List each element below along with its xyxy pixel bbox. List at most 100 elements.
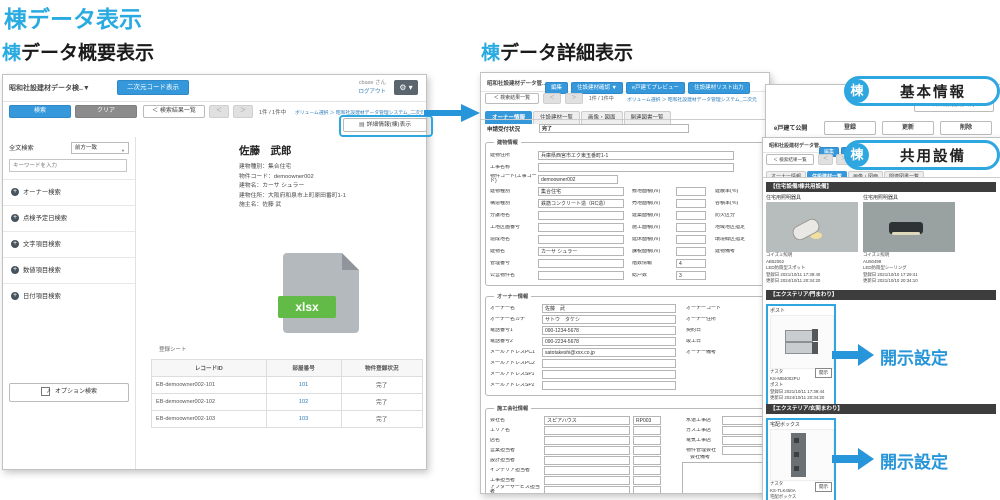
summary-sidebar: 全文検索 前方一致 オーナー検索 点検予定日検索 文字項目検索 数値項目検索 日… [3, 137, 136, 469]
field-input[interactable]: 4 [676, 258, 706, 268]
prev-page-button[interactable]: ＜ [818, 154, 833, 165]
field-input[interactable] [676, 186, 706, 196]
section-bar-entrance: 【エクステリア/玄関まわり】 [766, 404, 996, 414]
field-code-input[interactable] [633, 445, 661, 455]
gear-icon[interactable]: ⚙ ▾ [394, 80, 418, 95]
prev-page-button[interactable]: ＜ [209, 105, 229, 118]
col-room-no: 部屋番号 [265, 359, 342, 377]
field-input[interactable] [538, 234, 624, 244]
field-code-input[interactable] [633, 465, 661, 475]
breadcrumb[interactable]: ボリューム選択 ＞ 昭和社設建材データ管理システム_二次元 [627, 96, 765, 103]
field-code-input[interactable] [633, 455, 661, 465]
field-input[interactable]: サトウ タケシ [542, 315, 676, 324]
results-list-button[interactable]: ＜ 検索結果一覧 [143, 105, 205, 118]
field-input[interactable]: 佐藤 武 [542, 304, 676, 313]
field-input[interactable] [538, 258, 624, 268]
company-notes-textarea[interactable] [682, 462, 766, 493]
product-card[interactable]: 住宅用照明器具 コイズミ照明 AB52062 LED防雨型スポット 登録日 20… [766, 195, 858, 285]
rooms-table: レコードID 部屋番号 物件登録状況 EB-demoowner002-101 1… [151, 359, 424, 428]
app-title[interactable]: 昭和社設建材データ管..▼ [769, 142, 821, 149]
field-code-input[interactable]: RP003 [633, 415, 661, 425]
field-label: 物件コード(工事コード) [490, 174, 537, 184]
field-input[interactable] [542, 359, 676, 368]
field-input[interactable]: カーサ シュラー [538, 246, 624, 256]
field-input[interactable] [676, 198, 706, 208]
field-label: 公営物件名 [490, 272, 516, 278]
sidebar-item-label: 文字項目検索 [23, 241, 61, 248]
status-field-input[interactable]: 完了 [539, 124, 689, 133]
sidebar-search-item[interactable]: 文字項目検索 [3, 231, 135, 257]
room-no-link[interactable]: 101 [299, 382, 308, 388]
disclose-button[interactable]: 開示 [815, 481, 832, 492]
field-input[interactable] [544, 475, 630, 485]
search-button[interactable]: 検索 [9, 105, 71, 118]
field-input[interactable] [538, 270, 624, 280]
field-label: 会社名 [490, 417, 506, 423]
field-input[interactable] [542, 370, 676, 379]
prev-page-button[interactable]: ＜ [543, 93, 561, 104]
publish-action-button[interactable]: 更新 [882, 121, 934, 135]
field-label: 造成地名 [490, 236, 511, 242]
detail-tabs: オーナー情報 住設建材一覧 画像・図面 関連図書一覧 [485, 106, 769, 124]
field-input[interactable] [538, 162, 734, 172]
keyword-input[interactable] [9, 159, 127, 172]
match-type-select[interactable]: 前方一致 [71, 142, 129, 154]
field-label: 竣工日 [686, 339, 702, 344]
mailbox-side-icon [812, 342, 818, 354]
field-label: 環境緑区指定 [715, 236, 746, 242]
xlsx-label: xlsx [278, 296, 336, 318]
room-no-link[interactable]: 103 [299, 416, 308, 422]
field-input[interactable] [544, 435, 630, 445]
product-card-highlighted[interactable]: ポスト ナスタ KS-MB4002PU ポスト 登録日 2021/10/11 1… [766, 304, 836, 406]
next-page-button[interactable]: ＞ [565, 93, 583, 104]
clear-button[interactable]: クリア [75, 105, 137, 118]
field-input[interactable]: 090-2234-5678 [542, 337, 676, 346]
disclose-button[interactable]: 開示 [815, 367, 832, 378]
results-list-button[interactable]: ＜ 検索結果一覧 [766, 154, 814, 165]
field-input[interactable]: スピアハウス [544, 415, 630, 425]
publish-action-button[interactable]: 削除 [940, 121, 992, 135]
app-title[interactable]: 昭和社設建材データ管..▼ [487, 79, 547, 87]
publish-action-button[interactable]: 登録 [824, 121, 876, 135]
field-input[interactable] [676, 246, 706, 256]
results-list-button[interactable]: ＜ 検索結果一覧 [485, 93, 539, 104]
app-title[interactable]: 昭和社設建材データ検..▼ [9, 83, 90, 93]
field-code-input[interactable] [633, 435, 661, 445]
field-input[interactable] [544, 485, 630, 493]
logout-link[interactable]: ログアウト [358, 89, 386, 95]
field-input[interactable] [676, 222, 706, 232]
light-strip-icon [892, 232, 920, 235]
sidebar-search-item[interactable]: 点検予定日検索 [3, 205, 135, 231]
field-input[interactable] [676, 234, 706, 244]
field-input[interactable]: 3 [676, 270, 706, 280]
sidebar-search-item[interactable]: 数値項目検索 [3, 257, 135, 283]
field-input[interactable]: 集合住宅 [538, 186, 624, 196]
field-input[interactable] [676, 210, 706, 220]
field-input[interactable]: 090-1234-5678 [542, 326, 676, 335]
publish-row: e戸建て公開 登録 更新 削除 [774, 121, 992, 137]
field-input[interactable] [538, 222, 624, 232]
field-input[interactable] [542, 381, 676, 390]
sidebar-search-item[interactable]: オーナー検索 [3, 179, 135, 205]
field-input[interactable] [544, 465, 630, 475]
field-label: オーナー名 [490, 306, 516, 311]
field-input[interactable] [544, 445, 630, 455]
next-page-button[interactable]: ＞ [233, 105, 253, 118]
xlsx-file-icon[interactable]: xlsx [278, 253, 359, 333]
field-code-input[interactable] [633, 485, 661, 493]
room-no-link[interactable]: 102 [299, 399, 308, 405]
field-code-input[interactable] [633, 475, 661, 485]
field-input[interactable]: 兵庫県西宮市エク東玉番町1-1 [538, 150, 734, 160]
field-input[interactable]: satotakeshi@xxx.co.jp [542, 348, 676, 357]
product-card[interactable]: 住宅用照明器具 コイズミ照明 AU50498 LED防雨型シーリング 登録日 2… [863, 195, 955, 285]
product-card-highlighted[interactable]: 宅配ボックス ナスタ KS-TLK450A 宅配ボックス 登録日 2021/10… [766, 418, 836, 500]
field-input[interactable] [544, 455, 630, 465]
field-input[interactable] [544, 425, 630, 435]
field-code-input[interactable] [633, 425, 661, 435]
sidebar-search-item[interactable]: 日付項目検索 [3, 283, 135, 309]
field-input[interactable]: demoowner002 [538, 174, 618, 184]
qr-code-button[interactable]: 二次元コード表示 [117, 80, 189, 95]
option-search-button[interactable]: オプション検索 [9, 383, 129, 402]
field-input[interactable] [538, 210, 624, 220]
field-input[interactable]: 鉄筋コンクリート造（RC造） [538, 198, 624, 208]
